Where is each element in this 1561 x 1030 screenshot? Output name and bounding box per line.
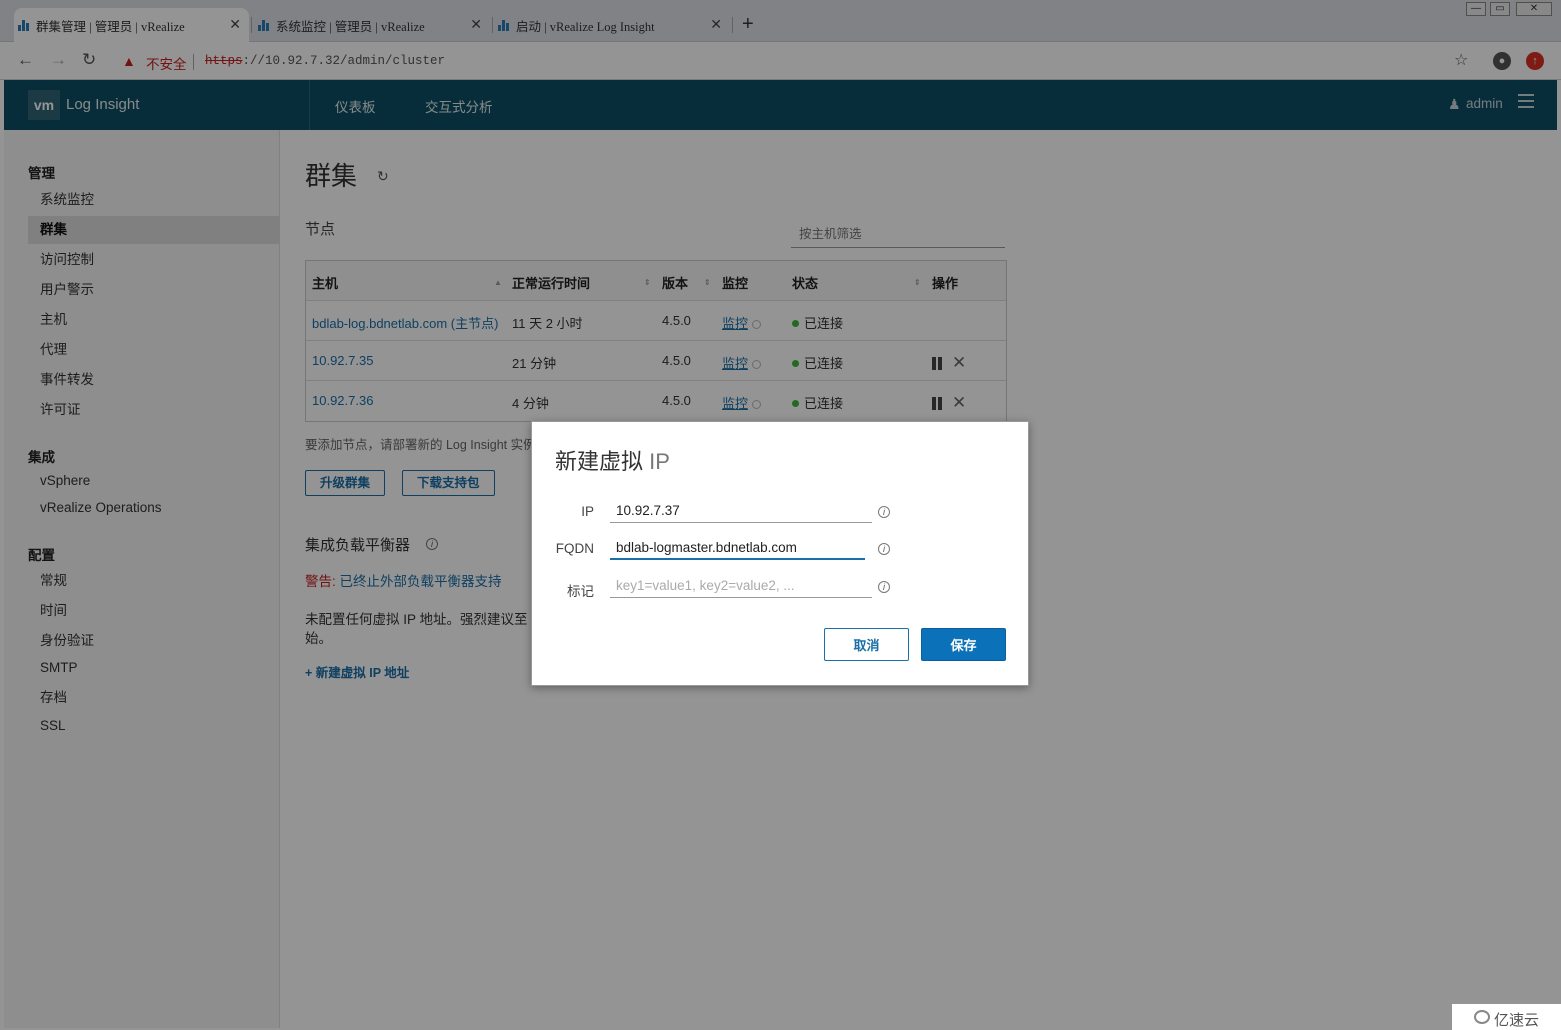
cancel-button[interactable]: 取消 [824,628,909,661]
fqdn-label: FQDN [555,541,594,556]
save-button[interactable]: 保存 [921,628,1006,661]
new-virtual-ip-dialog: 新建虚拟 IP IP i FQDN i 标记 i 取消 保存 [531,421,1029,686]
ip-label: IP [581,504,594,519]
tags-label: 标记 [567,584,594,599]
watermark-logo-icon [1474,1010,1490,1024]
info-icon[interactable]: i [878,543,890,555]
info-icon[interactable]: i [878,581,890,593]
watermark-text: 亿速云 [1494,1012,1540,1029]
ip-input[interactable] [610,499,872,523]
dialog-title-ip: IP [649,449,670,474]
fqdn-input[interactable] [610,536,865,560]
dialog-title-main: 新建虚拟 [555,449,644,474]
watermark: 亿速云 [1452,1004,1561,1030]
dialog-title: 新建虚拟 IP [555,444,670,476]
tags-input[interactable] [610,574,872,598]
info-icon[interactable]: i [878,506,890,518]
